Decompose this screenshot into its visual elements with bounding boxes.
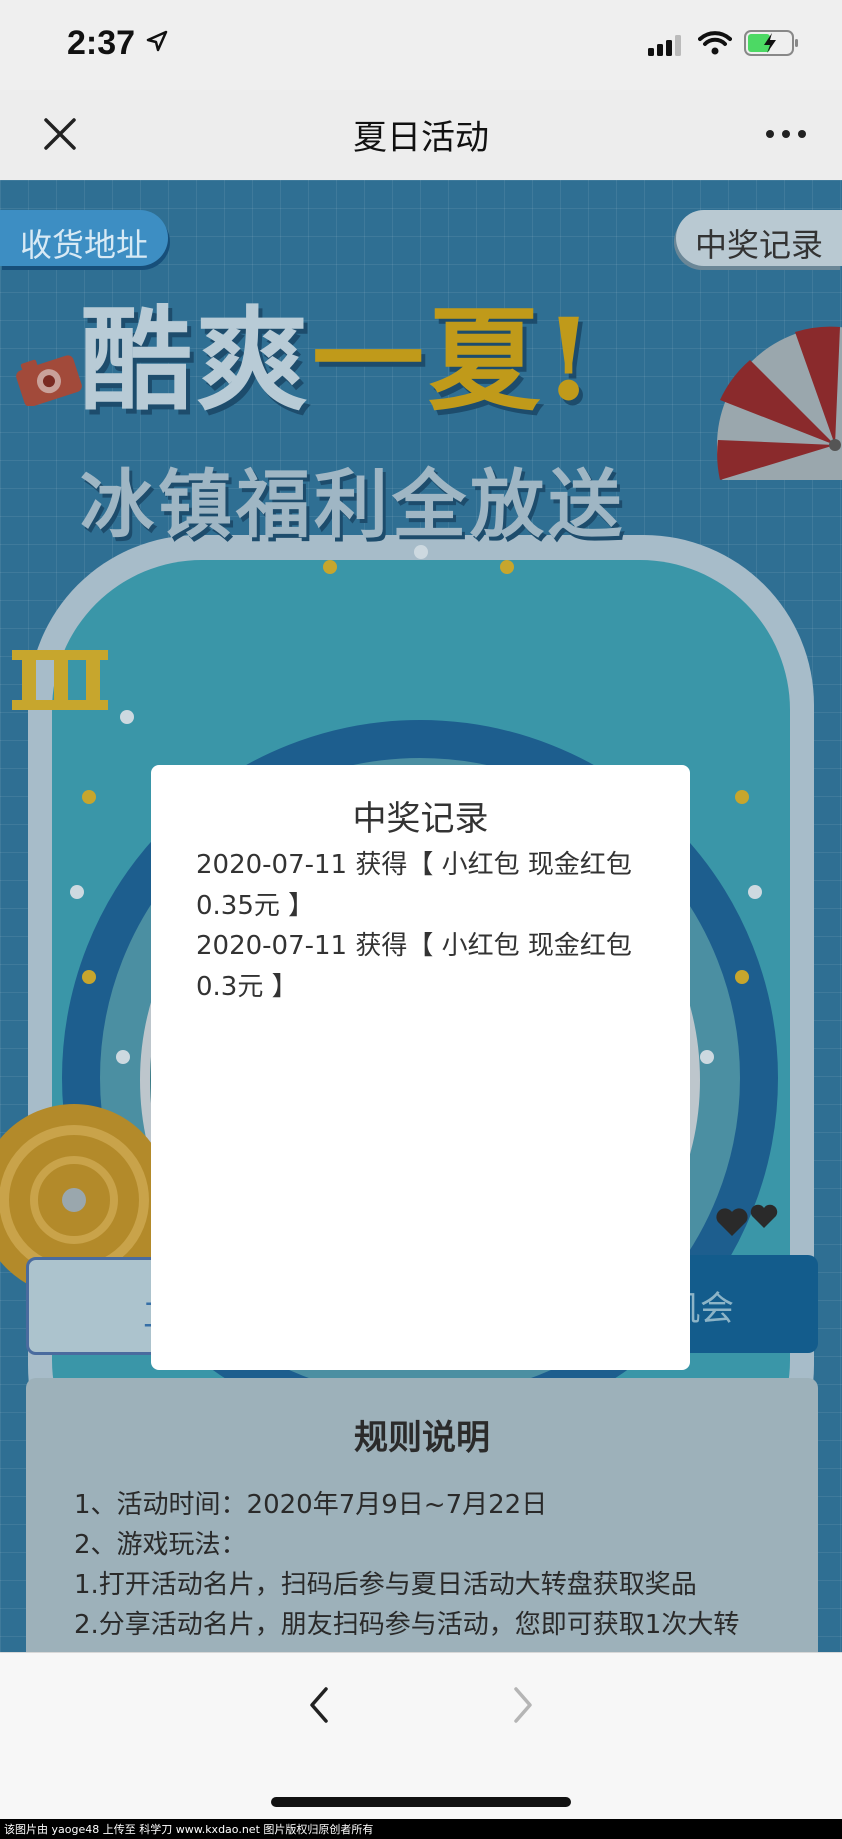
- modal-title: 中奖记录: [352, 799, 489, 839]
- ring-dot: [748, 885, 762, 899]
- shipping-address-button[interactable]: 收货地址: [0, 210, 168, 266]
- rule-line: 2、游戏玩法：: [74, 1530, 247, 1560]
- headline-part-b: 一夏!: [312, 295, 598, 426]
- ring-dot: [70, 885, 84, 899]
- rule-line: 2.分享活动名片，朋友扫码参与活动，您即可获取1次大转: [74, 1610, 740, 1640]
- prize-records-button[interactable]: 中奖记录: [676, 210, 842, 266]
- rules-section: 规则说明 1、活动时间：2020年7月9日~7月22日 2、游戏玩法： 1.打开…: [26, 1378, 818, 1652]
- ring-dot: [500, 560, 514, 574]
- chevron-left-icon[interactable]: [306, 1685, 330, 1725]
- ring-dot: [120, 710, 134, 724]
- ring-dot: [116, 1050, 130, 1064]
- prize-records-label: 中奖记录: [694, 226, 823, 264]
- ring-dot: [735, 970, 749, 984]
- prize-records-modal: 中奖记录 2020-07-11 获得【 小红包 现金红包 0.35元 】 202…: [151, 765, 690, 1370]
- record-item: 2020-07-11 获得【 小红包 现金红包 0.3元 】: [196, 931, 632, 1002]
- wifi-icon: [698, 31, 732, 55]
- shipping-address-label: 收货地址: [19, 226, 148, 264]
- watermark-text: 该图片由 yaoge48 上传至 科学刀 www.kxdao.net 图片版权归…: [4, 1823, 374, 1836]
- beach-umbrella-icon: [717, 326, 842, 480]
- more-icon[interactable]: [764, 124, 808, 144]
- activity-page: 收货地址 中奖记录 酷爽一夏! 冰镇福利全放送 立即开始 获得抽奖机会 规则说明…: [0, 180, 842, 1652]
- rules-title: 规则说明: [354, 1418, 490, 1458]
- ring-dot: [82, 970, 96, 984]
- rule-line: 1.打开活动名片，扫码后参与夏日活动大转盘获取奖品: [74, 1570, 697, 1600]
- location-arrow-icon: [146, 30, 168, 52]
- ring-dot: [735, 790, 749, 804]
- home-indicator[interactable]: [271, 1797, 571, 1807]
- status-time: 2:37: [67, 24, 136, 62]
- browser-bottom-bar: [0, 1652, 842, 1820]
- status-bar: 2:37: [0, 0, 842, 90]
- headline-part-a: 酷爽: [80, 295, 312, 426]
- record-item: 2020-07-11 获得【 小红包 现金红包 0.35元 】: [196, 850, 632, 921]
- decoration-bars: [12, 650, 108, 710]
- ring-dot: [82, 790, 96, 804]
- ring-dot: [323, 560, 337, 574]
- headline-line-2: 冰镇福利全放送: [80, 462, 626, 548]
- headline-line-1: 酷爽一夏!: [80, 270, 597, 432]
- close-circle-icon[interactable]: [396, 1200, 444, 1248]
- hearts-decoration: [716, 1204, 778, 1236]
- nav-bar: 夏日活动: [0, 90, 842, 181]
- watermark-bar: 该图片由 yaoge48 上传至 科学刀 www.kxdao.net 图片版权归…: [0, 1819, 842, 1839]
- battery-charging-icon: [744, 30, 798, 56]
- chevron-right-icon[interactable]: [512, 1685, 536, 1725]
- ring-dot: [700, 1050, 714, 1064]
- signal-icon: [648, 35, 681, 56]
- camera-icon: [16, 355, 82, 406]
- rule-line: 1、活动时间：2020年7月9日~7月22日: [74, 1490, 548, 1520]
- page-title: 夏日活动: [353, 118, 489, 158]
